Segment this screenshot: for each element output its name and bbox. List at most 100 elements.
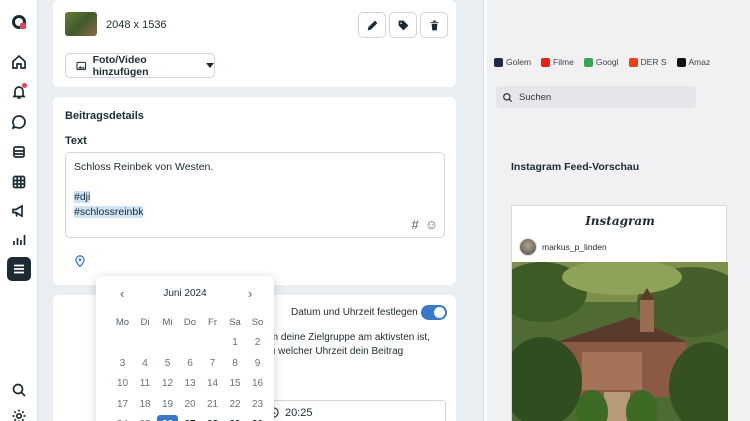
- composer-panel: 2048 x 1536 Foto/Video hinzufügen Beitra…: [38, 0, 483, 421]
- bookmark-item[interactable]: DER S: [628, 57, 667, 67]
- bookmark-item[interactable]: Golem: [494, 57, 531, 67]
- calendar-day-4[interactable]: 4: [135, 353, 156, 374]
- nav-rail: [0, 0, 38, 421]
- planner-icon[interactable]: [7, 170, 31, 194]
- calendar-day-15[interactable]: 15: [225, 374, 246, 395]
- post-text-input[interactable]: Schloss Reinbek von Westen. #dji #schlos…: [65, 152, 445, 238]
- pencil-icon: [367, 20, 377, 30]
- calendar-day-21[interactable]: 21: [202, 394, 223, 415]
- time-field[interactable]: 20:25: [261, 400, 446, 421]
- bookmark-label: Amaz: [688, 57, 711, 67]
- schedule-toggle-label: Datum und Uhrzeit festlegen: [291, 307, 418, 318]
- details-heading: Beitragsdetails: [65, 110, 144, 122]
- calendar-day-25[interactable]: 25: [135, 415, 156, 421]
- add-photo-video-button[interactable]: Foto/Video hinzufügen: [65, 53, 215, 78]
- avatar: [519, 238, 537, 256]
- search-bar[interactable]: Suchen: [496, 86, 696, 108]
- calendar-day-16[interactable]: 16: [247, 374, 268, 395]
- date-picker: ‹ Juni 2024 › Mo Di Mi Do Fr Sa So 1 2 3 4 5 6 7 8 9 10 1…: [96, 276, 274, 421]
- post-details-card: Beitragsdetails Text Schloss Reinbek von…: [53, 97, 456, 285]
- notifications-icon[interactable]: [7, 80, 31, 104]
- menu-icon[interactable]: [7, 257, 31, 281]
- post-photo: [512, 262, 728, 421]
- content-icon[interactable]: [7, 140, 31, 164]
- next-month-chevron-icon[interactable]: ›: [248, 286, 252, 301]
- bookmark-item[interactable]: Filme: [541, 57, 574, 67]
- media-card: 2048 x 1536 Foto/Video hinzufügen: [53, 0, 456, 87]
- app-logo-icon[interactable]: [7, 10, 31, 34]
- bookmarks-bar: Golem Filme Googl DER S Amaz: [494, 57, 750, 67]
- search-icon: [503, 92, 513, 102]
- favicon-icon: [541, 57, 551, 67]
- ads-megaphone-icon[interactable]: [7, 199, 31, 223]
- bookmark-label: Filme: [553, 57, 574, 67]
- delete-button[interactable]: [420, 12, 448, 38]
- bookmark-label: Googl: [595, 57, 619, 67]
- calendar-day-24[interactable]: 24: [112, 415, 133, 421]
- calendar-day-5[interactable]: 5: [157, 353, 178, 374]
- calendar-day-17[interactable]: 17: [112, 394, 133, 415]
- text-line-1: Schloss Reinbek von Westen.: [74, 161, 214, 173]
- weekday-header: Sa: [229, 316, 241, 328]
- time-value: 20:25: [285, 406, 313, 419]
- calendar-empty-cell: [135, 333, 156, 354]
- insights-icon[interactable]: [7, 228, 31, 252]
- hashtag-dji: #dji: [74, 191, 91, 203]
- search-placeholder: Suchen: [519, 91, 552, 103]
- text-label: Text: [65, 135, 87, 147]
- calendar-day-19[interactable]: 19: [157, 394, 178, 415]
- calendar-day-6[interactable]: 6: [180, 353, 201, 374]
- media-dimensions: 2048 x 1536: [106, 19, 167, 31]
- calendar-day-3[interactable]: 3: [112, 353, 133, 374]
- calendar-day-23[interactable]: 23: [247, 394, 268, 415]
- weekday-header: Di: [140, 316, 150, 328]
- calendar-day-20[interactable]: 20: [180, 394, 201, 415]
- messages-icon[interactable]: [7, 110, 31, 134]
- weekday-header: So: [251, 316, 264, 328]
- calendar-day-9[interactable]: 9: [247, 353, 268, 374]
- calendar-day-18[interactable]: 18: [135, 394, 156, 415]
- calendar-day-27[interactable]: 27: [180, 415, 201, 421]
- add-photo-video-label: Foto/Video hinzufügen: [92, 53, 149, 78]
- calendar-day-11[interactable]: 11: [135, 374, 156, 395]
- bookmark-item[interactable]: Amaz: [676, 57, 711, 67]
- favicon-icon: [583, 57, 593, 67]
- settings-gear-icon[interactable]: [7, 404, 31, 421]
- trash-icon: [429, 20, 439, 30]
- favicon-icon: [494, 57, 503, 67]
- weekday-header: Fr: [208, 316, 217, 328]
- home-icon[interactable]: [7, 50, 31, 74]
- feed-preview-title: Instagram Feed-Vorschau: [511, 161, 640, 173]
- calendar-day-8[interactable]: 8: [225, 353, 246, 374]
- calendar-day-29[interactable]: 29: [225, 415, 246, 421]
- calendar-day-28[interactable]: 28: [202, 415, 223, 421]
- calendar-day-7[interactable]: 7: [202, 353, 223, 374]
- media-thumbnail[interactable]: [65, 12, 97, 36]
- calendar-day-14[interactable]: 14: [202, 374, 223, 395]
- weekday-header: Mi: [162, 316, 173, 328]
- calendar-day-30[interactable]: 30: [247, 415, 268, 421]
- favicon-icon: [628, 57, 638, 67]
- search-icon[interactable]: [7, 378, 31, 402]
- preview-panel: Golem Filme Googl DER S Amaz Suchen Instagra…: [483, 0, 750, 421]
- tag-button[interactable]: [389, 12, 417, 38]
- username: markus_p_linden: [542, 242, 607, 252]
- favicon-icon: [676, 57, 686, 67]
- calendar-day-26[interactable]: 26: [157, 414, 178, 421]
- calendar-day-12[interactable]: 12: [157, 374, 178, 395]
- notification-dot: [22, 83, 27, 88]
- calendar-empty-cell: [202, 333, 223, 354]
- emoji-icon[interactable]: ☺: [425, 217, 438, 232]
- location-pin-icon[interactable]: [75, 255, 85, 267]
- calendar-empty-cell: [157, 333, 178, 354]
- hashtag-icon[interactable]: #: [411, 217, 418, 232]
- edit-button[interactable]: [358, 12, 386, 38]
- hashtag-schlossreinbk: #schlossreinbk: [74, 206, 144, 218]
- calendar-day-10[interactable]: 10: [112, 374, 133, 395]
- calendar-day-13[interactable]: 13: [180, 374, 201, 395]
- bookmark-item[interactable]: Googl: [583, 57, 619, 67]
- calendar-day-1[interactable]: 1: [225, 333, 246, 354]
- schedule-toggle[interactable]: [421, 305, 447, 320]
- calendar-day-22[interactable]: 22: [225, 394, 246, 415]
- calendar-day-2[interactable]: 2: [247, 333, 268, 354]
